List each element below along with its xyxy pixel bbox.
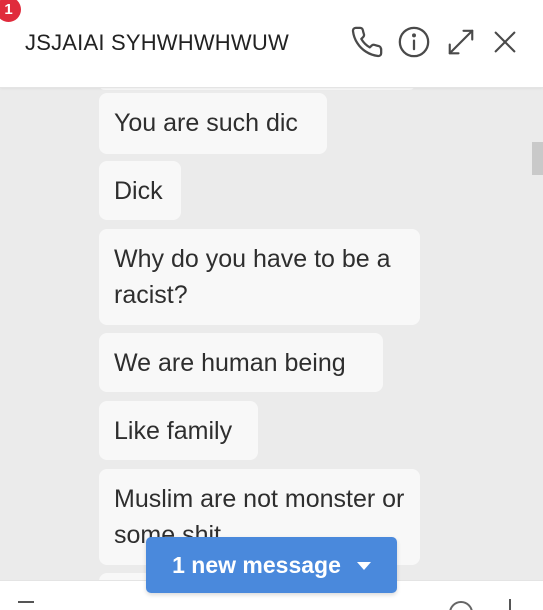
new-message-button[interactable]: 1 new message <box>146 537 397 593</box>
scrollbar-thumb[interactable] <box>532 142 543 175</box>
info-button[interactable] <box>396 26 432 62</box>
message-text: Dick <box>114 177 163 205</box>
menu-icon[interactable] <box>18 601 34 603</box>
phone-icon <box>350 25 384 64</box>
message-bubble: Like family <box>99 401 258 460</box>
message-text: Why do you have to be a racist? <box>114 245 391 309</box>
message-bubble: We are human being <box>99 333 383 392</box>
close-icon <box>491 28 519 61</box>
contact-name: JSJAIAI SYHWHWHWUW <box>25 30 289 55</box>
message-bubble-partial <box>99 88 415 90</box>
caret-down-icon <box>356 562 371 570</box>
message-bubble: Why do you have to be a racist? <box>99 229 420 325</box>
emoji-icon[interactable] <box>449 601 473 610</box>
close-button[interactable] <box>487 26 523 62</box>
message-bubble: Dick <box>99 161 181 220</box>
message-list[interactable]: You are such dic Dick Why do you have to… <box>0 88 543 580</box>
message-bubble: You are such dic <box>99 93 327 154</box>
expand-icon <box>446 27 476 62</box>
expand-button[interactable] <box>443 26 479 62</box>
message-text: You are such dic <box>114 109 298 137</box>
chat-window: JSJAIAI SYHWHWHWUW 1 You are such dic Di… <box>0 0 543 610</box>
chat-header: JSJAIAI SYHWHWHWUW <box>0 0 543 88</box>
message-text: Like family <box>114 417 233 445</box>
message-text: We are human being <box>114 349 346 377</box>
attach-icon[interactable] <box>509 599 511 610</box>
call-button[interactable] <box>349 26 385 62</box>
info-icon <box>397 25 431 64</box>
new-message-label: 1 new message <box>172 551 341 578</box>
